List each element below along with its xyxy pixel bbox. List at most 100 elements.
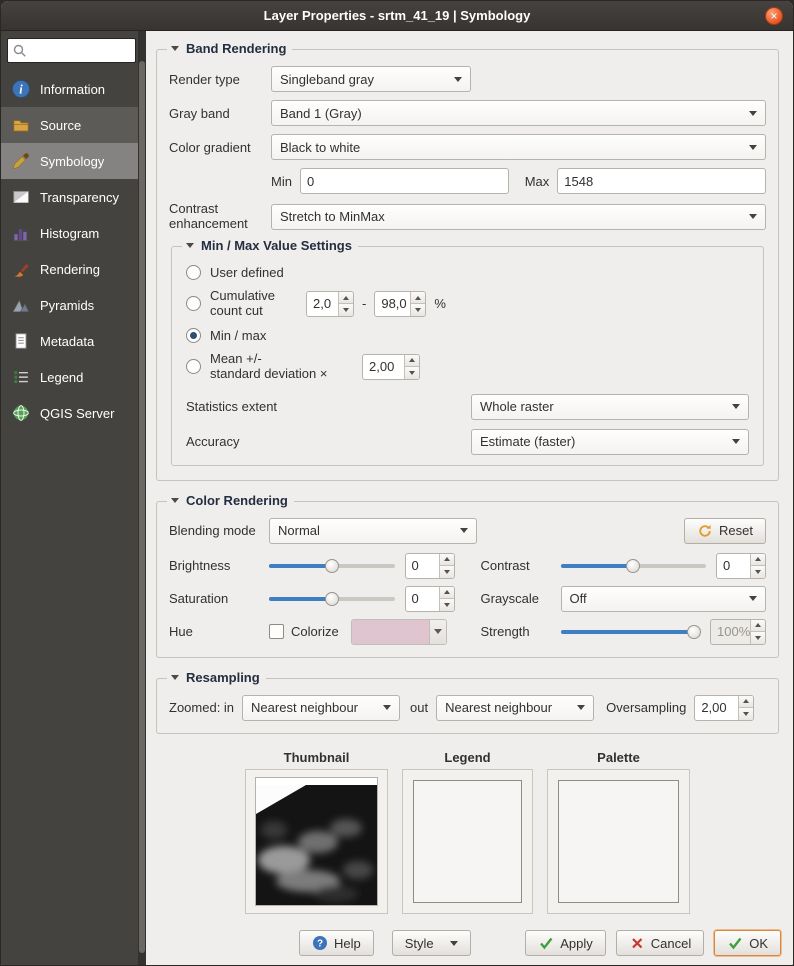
resampling-header[interactable]: Resampling [167, 670, 266, 685]
spin-down-icon[interactable] [444, 570, 450, 574]
spin-up-icon[interactable] [409, 358, 415, 362]
grayscale-label: Grayscale [481, 591, 561, 606]
spin-buttons[interactable] [404, 355, 419, 379]
spin-buttons[interactable] [439, 587, 454, 611]
reset-button[interactable]: Reset [684, 518, 766, 544]
user-defined-radio[interactable] [186, 265, 201, 280]
sidebar-item-transparency[interactable]: Transparency [1, 179, 146, 215]
slider-handle[interactable] [325, 559, 339, 573]
sidebar-search-input[interactable] [28, 44, 118, 58]
collapse-icon[interactable] [171, 498, 179, 503]
minmax-settings-header[interactable]: Min / Max Value Settings [182, 238, 358, 253]
help-button[interactable]: ? Help [299, 930, 374, 956]
spin-down-icon[interactable] [444, 603, 450, 607]
sidebar-item-qgis-server[interactable]: QGIS Server [1, 395, 146, 431]
collapse-icon[interactable] [186, 243, 194, 248]
spin-up-icon[interactable] [755, 557, 761, 561]
gray-band-combo[interactable]: Band 1 (Gray) [271, 100, 766, 126]
sidebar: i Information Source Symbology [1, 31, 146, 965]
spin-down-icon[interactable] [743, 712, 749, 716]
apply-button[interactable]: Apply [525, 930, 606, 956]
spin-buttons[interactable] [738, 696, 753, 720]
contrast-spin[interactable]: 0 [716, 553, 766, 579]
chevron-down-icon [450, 941, 458, 946]
saturation-slider[interactable] [269, 590, 395, 608]
mean-stddev-radio[interactable] [186, 359, 201, 374]
grayscale-combo[interactable]: Off [561, 586, 767, 612]
color-rendering-header[interactable]: Color Rendering [167, 493, 294, 508]
user-defined-label[interactable]: User defined [210, 265, 284, 280]
palette-empty [558, 780, 679, 903]
sidebar-search[interactable] [7, 38, 136, 63]
accuracy-combo[interactable]: Estimate (faster) [471, 429, 749, 455]
cancel-button[interactable]: Cancel [616, 930, 704, 956]
zoomed-out-label: out [410, 700, 428, 715]
cumulative-count-cut-label[interactable]: Cumulative count cut [210, 289, 306, 319]
slider-handle[interactable] [626, 559, 640, 573]
cumulative-high-spin[interactable]: 98,0 [374, 291, 426, 317]
mean-stddev-label[interactable]: Mean +/- standard deviation × [210, 352, 362, 382]
contrast-enhancement-combo[interactable]: Stretch to MinMax [271, 204, 766, 230]
min-input[interactable] [300, 168, 509, 194]
spin-buttons[interactable] [439, 554, 454, 578]
slider-handle[interactable] [687, 625, 701, 639]
titlebar[interactable]: Layer Properties - srtm_41_19 | Symbolog… [1, 1, 793, 31]
brightness-spin[interactable]: 0 [405, 553, 455, 579]
sidebar-item-legend[interactable]: Legend [1, 359, 146, 395]
blending-mode-combo[interactable]: Normal [269, 518, 477, 544]
sidebar-item-label: Histogram [40, 226, 99, 241]
color-gradient-combo[interactable]: Black to white [271, 134, 766, 160]
spin-up-icon[interactable] [415, 296, 421, 300]
spin-up-icon[interactable] [343, 296, 349, 300]
sidebar-item-source[interactable]: Source [1, 107, 146, 143]
collapse-icon[interactable] [171, 46, 179, 51]
statistics-extent-combo[interactable]: Whole raster [471, 394, 749, 420]
colorize-checkbox[interactable] [269, 624, 284, 639]
sidebar-item-pyramids[interactable]: Pyramids [1, 287, 146, 323]
oversampling-spin[interactable]: 2,00 [694, 695, 754, 721]
zoomed-in-combo[interactable]: Nearest neighbour [242, 695, 400, 721]
collapse-icon[interactable] [171, 675, 179, 680]
sidebar-item-rendering[interactable]: Rendering [1, 251, 146, 287]
sidebar-item-symbology[interactable]: Symbology [1, 143, 146, 179]
ok-button[interactable]: OK [714, 930, 781, 956]
spin-down-icon[interactable] [409, 371, 415, 375]
colorize-label[interactable]: Colorize [291, 624, 339, 639]
style-button[interactable]: Style [392, 930, 471, 956]
max-input[interactable] [557, 168, 766, 194]
saturation-spin[interactable]: 0 [405, 586, 455, 612]
spin-up-icon[interactable] [743, 699, 749, 703]
oversampling-label: Oversampling [606, 700, 686, 715]
preview-row: Thumbnail [154, 750, 781, 914]
min-max-radio[interactable] [186, 328, 201, 343]
spin-buttons[interactable] [338, 292, 353, 316]
sidebar-item-label: Transparency [40, 190, 119, 205]
render-type-combo[interactable]: Singleband gray [271, 66, 471, 92]
spin-down-icon[interactable] [755, 570, 761, 574]
cumulative-low-spin[interactable]: 2,0 [306, 291, 354, 317]
contrast-slider[interactable] [561, 557, 707, 575]
sidebar-item-histogram[interactable]: Histogram [1, 215, 146, 251]
spin-up-icon[interactable] [444, 590, 450, 594]
spin-down-icon[interactable] [415, 308, 421, 312]
spin-buttons[interactable] [750, 554, 765, 578]
sidebar-scrollbar[interactable] [138, 31, 146, 965]
spin-buttons[interactable] [410, 292, 425, 316]
stddev-spin[interactable]: 2,00 [362, 354, 420, 380]
cumulative-count-cut-radio[interactable] [186, 296, 201, 311]
zoomed-out-combo[interactable]: Nearest neighbour [436, 695, 594, 721]
sidebar-item-metadata[interactable]: Metadata [1, 323, 146, 359]
slider-handle[interactable] [325, 592, 339, 606]
close-icon[interactable]: × [765, 7, 783, 25]
band-rendering-header[interactable]: Band Rendering [167, 41, 292, 56]
spin-up-icon[interactable] [444, 557, 450, 561]
blending-mode-label: Blending mode [169, 523, 269, 538]
colorize-color-picker[interactable] [351, 619, 447, 645]
sidebar-scrollbar-thumb[interactable] [139, 61, 145, 953]
strength-slider[interactable] [561, 623, 701, 641]
min-max-label[interactable]: Min / max [210, 328, 266, 343]
sidebar-item-information[interactable]: i Information [1, 71, 146, 107]
brightness-slider[interactable] [269, 557, 395, 575]
spin-down-icon[interactable] [343, 308, 349, 312]
minmax-settings-group: Min / Max Value Settings User defined Cu… [171, 246, 764, 466]
